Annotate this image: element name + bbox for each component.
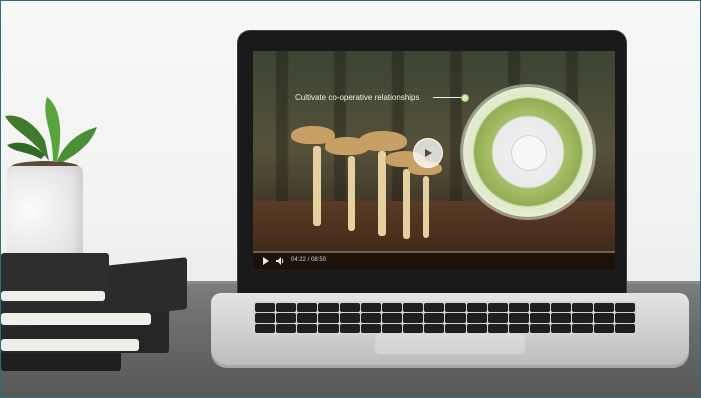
key <box>276 313 297 323</box>
play-icon <box>425 149 432 157</box>
key <box>403 303 424 313</box>
key <box>318 313 339 323</box>
video-caption: Cultivate co-operative relationships <box>295 93 420 102</box>
key <box>487 323 508 333</box>
key <box>551 303 572 313</box>
key <box>445 313 466 323</box>
key <box>255 313 276 323</box>
image-frame: Cultivate co-operative relationships 04:… <box>0 0 701 398</box>
key <box>508 313 530 323</box>
key <box>466 303 487 313</box>
key <box>593 303 614 313</box>
trackpad <box>374 333 526 355</box>
key <box>530 313 551 323</box>
key <box>424 313 445 323</box>
key <box>466 323 487 333</box>
mushroom-stem <box>348 156 355 231</box>
key <box>593 323 614 333</box>
key <box>339 323 360 333</box>
key <box>508 323 530 333</box>
key <box>318 303 339 313</box>
play-overlay-button[interactable] <box>413 138 443 168</box>
key <box>255 303 276 313</box>
key <box>318 323 339 333</box>
volume-icon[interactable] <box>275 256 285 266</box>
key <box>403 313 424 323</box>
book-stack <box>1 351 121 371</box>
video-player-screen[interactable]: Cultivate co-operative relationships 04:… <box>253 51 615 269</box>
key <box>466 313 487 323</box>
key <box>551 323 572 333</box>
book-pages <box>1 313 151 325</box>
key <box>381 313 403 323</box>
key <box>614 303 635 313</box>
key <box>360 303 381 313</box>
key <box>572 303 593 313</box>
caption-marker <box>461 94 469 102</box>
key <box>530 323 551 333</box>
key <box>614 323 635 333</box>
key <box>572 323 593 333</box>
keyboard <box>253 301 637 335</box>
key <box>339 313 360 323</box>
diagram-center <box>511 135 547 171</box>
key <box>360 313 381 323</box>
mushroom-stem <box>378 151 386 236</box>
key <box>530 303 551 313</box>
key <box>276 323 297 333</box>
plant-leaves <box>5 97 97 163</box>
mushroom-stem <box>403 169 410 239</box>
key <box>255 323 276 333</box>
key <box>276 303 297 313</box>
caption-connector <box>433 97 463 98</box>
video-controls: 04:22 / 08:50 <box>253 253 615 269</box>
mushroom-stem <box>423 176 429 238</box>
key <box>297 323 318 333</box>
key <box>360 323 381 333</box>
key <box>339 303 360 313</box>
mushroom-cap <box>359 131 407 151</box>
key <box>403 323 424 333</box>
key <box>381 323 403 333</box>
play-icon[interactable] <box>261 256 271 266</box>
book-pages <box>1 339 139 351</box>
book-pages <box>1 291 105 301</box>
mushroom-stem <box>313 146 321 226</box>
key <box>424 323 445 333</box>
key <box>593 313 614 323</box>
key <box>381 303 403 313</box>
key <box>614 313 635 323</box>
key <box>445 303 466 313</box>
key <box>508 303 530 313</box>
key <box>487 313 508 323</box>
key <box>445 323 466 333</box>
key <box>572 313 593 323</box>
key <box>424 303 445 313</box>
key <box>297 303 318 313</box>
key <box>297 313 318 323</box>
key <box>487 303 508 313</box>
time-display: 04:22 / 08:50 <box>291 257 327 263</box>
key <box>551 313 572 323</box>
